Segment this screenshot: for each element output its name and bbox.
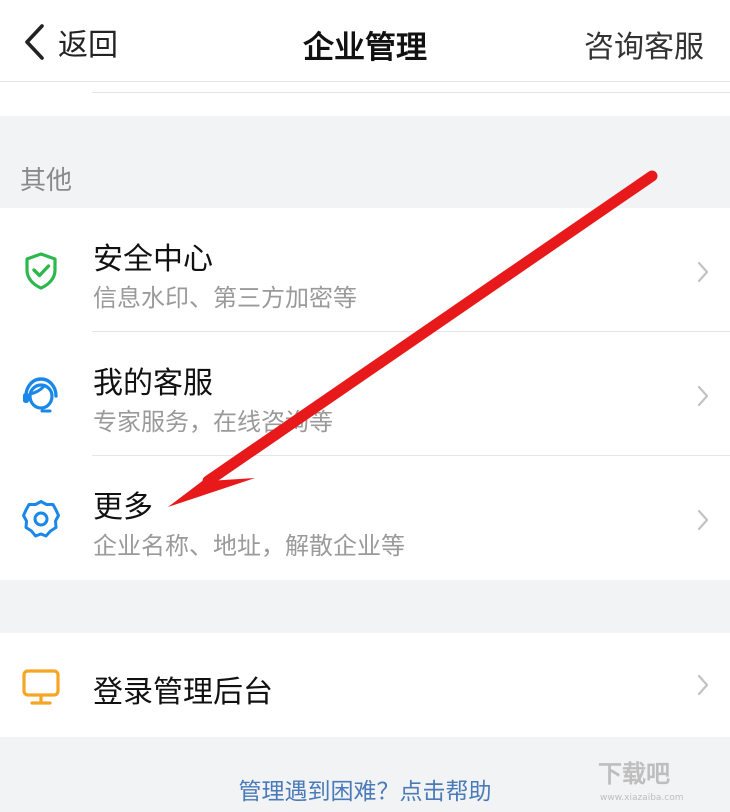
item-title: 我的客服 [93,366,213,401]
watermark-logo: 下载吧 www.xiazaiba.com [598,760,684,803]
item-subtitle: 专家服务，在线咨询等 [93,408,333,436]
item-title: 更多 [93,490,153,525]
navigation-bar: 返回 企业管理 咨询客服 [0,0,730,82]
list-item-more[interactable]: 更多 企业名称、地址，解散企业等 [0,456,730,580]
svg-text:下载吧: 下载吧 [598,760,670,788]
list-item-my-support[interactable]: 我的客服 专家服务，在线咨询等 [0,332,730,456]
settings-group-other: 安全中心 信息水印、第三方加密等 我的客服 专家服务，在线咨询等 更多 企业名称… [0,208,730,580]
consult-support-button[interactable]: 咨询客服 [584,22,704,66]
back-label: 返回 [58,28,118,63]
item-subtitle: 企业名称、地址，解散企业等 [93,532,405,560]
list-item-admin-login[interactable]: 登录管理后台 [0,633,730,737]
divider [92,92,730,93]
item-title: 登录管理后台 [93,675,273,710]
monitor-icon [22,669,60,705]
chevron-right-icon [697,674,709,696]
back-button[interactable]: 返回 [22,20,118,64]
item-subtitle: 信息水印、第三方加密等 [93,284,357,312]
item-title: 安全中心 [93,242,213,277]
chevron-right-icon [697,261,709,283]
list-item-partial [0,82,730,116]
admin-group: 登录管理后台 [0,633,730,737]
chevron-right-icon [697,509,709,531]
gear-icon [22,500,60,538]
chevron-left-icon [25,24,44,60]
customer-service-icon [23,377,58,413]
list-item-security-center[interactable]: 安全中心 信息水印、第三方加密等 [0,208,730,332]
svg-text:www.xiazaiba.com: www.xiazaiba.com [600,793,684,803]
section-header-other: 其他 [20,166,73,196]
chevron-right-icon [697,385,709,407]
shield-check-icon [25,252,57,290]
